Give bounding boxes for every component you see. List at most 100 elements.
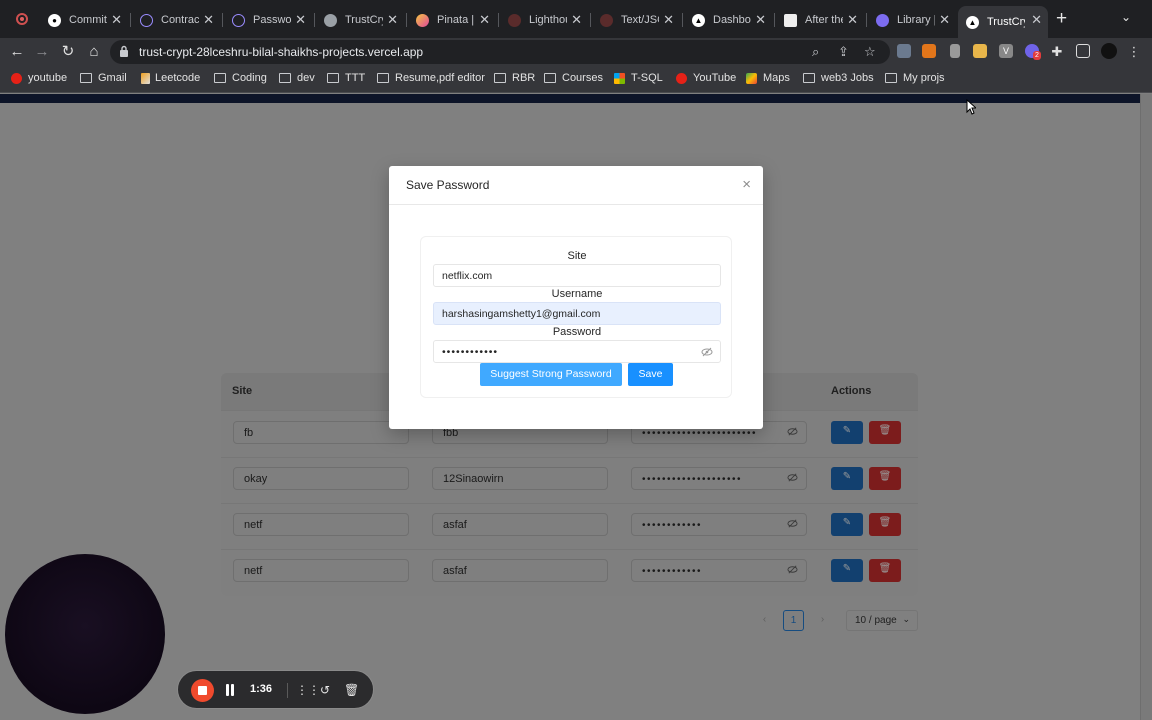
tab-search-chevron-icon[interactable]: ⌄	[1121, 10, 1131, 24]
site-field[interactable]: netf	[233, 513, 409, 536]
password-field[interactable]: ••••••••••••••••••••	[631, 467, 807, 490]
tab-lighthouse[interactable]: Lighthouse ✕	[500, 6, 588, 34]
edit-icon: ✎	[842, 563, 852, 574]
browser-menu-icon[interactable]: ⋮	[1124, 42, 1144, 62]
restart-icon[interactable]: ↺	[320, 682, 330, 698]
tab-after-the[interactable]: After the ✕	[776, 6, 864, 34]
tab-contract[interactable]: Contract ✕	[132, 6, 220, 34]
tab-close-icon[interactable]: ✕	[203, 12, 214, 28]
extension-icon[interactable]	[973, 44, 987, 58]
bookmark-star-icon[interactable]: ☆	[864, 44, 876, 60]
site-field[interactable]: okay	[233, 467, 409, 490]
extension-icon[interactable]: 2	[1025, 44, 1041, 60]
extension-icon[interactable]	[950, 44, 960, 58]
bookmark-dev[interactable]: dev	[279, 72, 315, 84]
tab-close-icon[interactable]: ✕	[387, 12, 398, 28]
forward-button[interactable]: →	[32, 42, 52, 62]
username-field[interactable]: 12Sinaowirn	[432, 467, 608, 490]
bookmark-t-sql[interactable]: T-SQL	[614, 72, 663, 84]
bookmark-rbr[interactable]: RBR	[494, 72, 535, 84]
home-button[interactable]: ⌂	[84, 42, 104, 62]
stop-recording-button[interactable]	[191, 679, 214, 702]
bookmark-youtube[interactable]: youtube	[11, 72, 67, 84]
share-icon[interactable]: ⇪	[838, 44, 849, 60]
side-panel-icon[interactable]	[1076, 44, 1090, 58]
bookmark-ttt[interactable]: TTT	[327, 72, 365, 84]
bookmark-coding[interactable]: Coding	[214, 72, 267, 84]
bookmark-courses[interactable]: Courses	[544, 72, 603, 84]
delete-button[interactable]: 🗑	[869, 467, 901, 490]
bookmark-maps[interactable]: Maps	[746, 72, 790, 84]
eye-invisible-icon[interactable]	[787, 564, 798, 575]
username-field[interactable]: asfaf	[432, 513, 608, 536]
edit-button[interactable]: ✎	[831, 467, 863, 490]
tab-close-icon[interactable]: ✕	[663, 12, 674, 28]
tab-close-icon[interactable]: ✕	[939, 12, 950, 28]
tab-trustcrypt-active[interactable]: ▲ TrustCrypt ✕	[958, 6, 1048, 38]
tab-close-icon[interactable]: ✕	[1031, 12, 1042, 28]
close-icon[interactable]: ×	[742, 176, 751, 194]
pagination-next-button[interactable]: ›	[812, 610, 833, 631]
edit-button[interactable]: ✎	[831, 421, 863, 444]
tab-dashboard[interactable]: ▲ Dashboard ✕	[684, 6, 772, 34]
trash-icon[interactable]: 🗑	[344, 682, 359, 698]
password-field[interactable]: ••••••••••••	[631, 559, 807, 582]
eye-invisible-icon[interactable]	[787, 426, 798, 437]
edit-button[interactable]: ✎	[831, 513, 863, 536]
eye-invisible-icon[interactable]	[787, 518, 798, 529]
pause-icon[interactable]	[225, 684, 235, 696]
tab-close-icon[interactable]: ✕	[847, 12, 858, 28]
tab-commits[interactable]: ● Commits ✕	[40, 6, 128, 34]
new-tab-button[interactable]: +	[1056, 9, 1067, 29]
bookmark-leetcode[interactable]: Leetcode	[141, 72, 200, 84]
bookmark-youtube-2[interactable]: YouTube	[676, 72, 736, 84]
site-input[interactable]: netflix.com	[433, 264, 721, 287]
tab-close-icon[interactable]: ✕	[295, 12, 306, 28]
edit-button[interactable]: ✎	[831, 559, 863, 582]
pagination-page-1[interactable]: 1	[783, 610, 804, 631]
password-input[interactable]: ••••••••••••	[433, 340, 721, 363]
tab-close-icon[interactable]: ✕	[755, 12, 766, 28]
tab-password[interactable]: Password ✕	[224, 6, 312, 34]
password-field[interactable]: ••••••••••••	[631, 513, 807, 536]
username-field[interactable]: asfaf	[432, 559, 608, 582]
bookmark-gmail[interactable]: Gmail	[80, 72, 127, 84]
page-size-select[interactable]: 10 / page ⌄	[846, 610, 918, 631]
tab-close-icon[interactable]: ✕	[571, 12, 582, 28]
extension-v-icon[interactable]: V	[999, 44, 1013, 58]
save-button[interactable]: Save	[628, 363, 673, 386]
folder-icon	[80, 73, 92, 83]
eye-invisible-icon[interactable]	[701, 346, 713, 358]
site-field[interactable]: fb	[233, 421, 409, 444]
zoom-icon[interactable]: ⌕	[812, 44, 819, 60]
back-button[interactable]: ←	[7, 42, 27, 62]
tab-pinata[interactable]: Pinata | I ✕	[408, 6, 496, 34]
bookmark-resume-pdf-editor[interactable]: Resume,pdf editor	[377, 72, 485, 84]
page-scrollbar[interactable]	[1140, 94, 1152, 720]
tab-close-icon[interactable]: ✕	[111, 12, 122, 28]
delete-button[interactable]: 🗑	[869, 559, 901, 582]
eye-invisible-icon[interactable]	[787, 472, 798, 483]
grid-icon[interactable]: ⋮⋮	[296, 682, 320, 698]
folder-icon	[377, 73, 389, 83]
profile-avatar[interactable]	[1101, 43, 1117, 59]
tab-library[interactable]: Library | ✕	[868, 6, 956, 34]
extension-icon[interactable]	[897, 44, 911, 58]
delete-button[interactable]: 🗑	[869, 513, 901, 536]
delete-button[interactable]: 🗑	[869, 421, 901, 444]
pagination-prev-button[interactable]: ‹	[754, 610, 775, 631]
metamask-icon[interactable]	[922, 44, 936, 58]
username-input[interactable]: harshasingamshetty1@gmail.com	[433, 302, 721, 325]
tab-close-icon[interactable]: ✕	[479, 12, 490, 28]
browser-toolbar: ← → ↻ ⌂ trust-crypt-28lceshru-bilal-shai…	[0, 38, 1152, 66]
tab-text-json[interactable]: Text/JSON ✕	[592, 6, 680, 34]
bookmark-web3-jobs[interactable]: web3 Jobs	[803, 72, 874, 84]
suggest-strong-password-button[interactable]: Suggest Strong Password	[480, 363, 622, 386]
site-field[interactable]: netf	[233, 559, 409, 582]
webcam-overlay	[5, 554, 165, 714]
extensions-puzzle-icon[interactable]: ✚	[1047, 42, 1067, 62]
bookmark-my-projs[interactable]: My projs	[885, 72, 945, 84]
reload-button[interactable]: ↻	[58, 42, 78, 62]
tab-trustcrypt[interactable]: TrustCrypt ✕	[316, 6, 404, 34]
address-bar[interactable]: trust-crypt-28lceshru-bilal-shaikhs-proj…	[110, 40, 890, 64]
